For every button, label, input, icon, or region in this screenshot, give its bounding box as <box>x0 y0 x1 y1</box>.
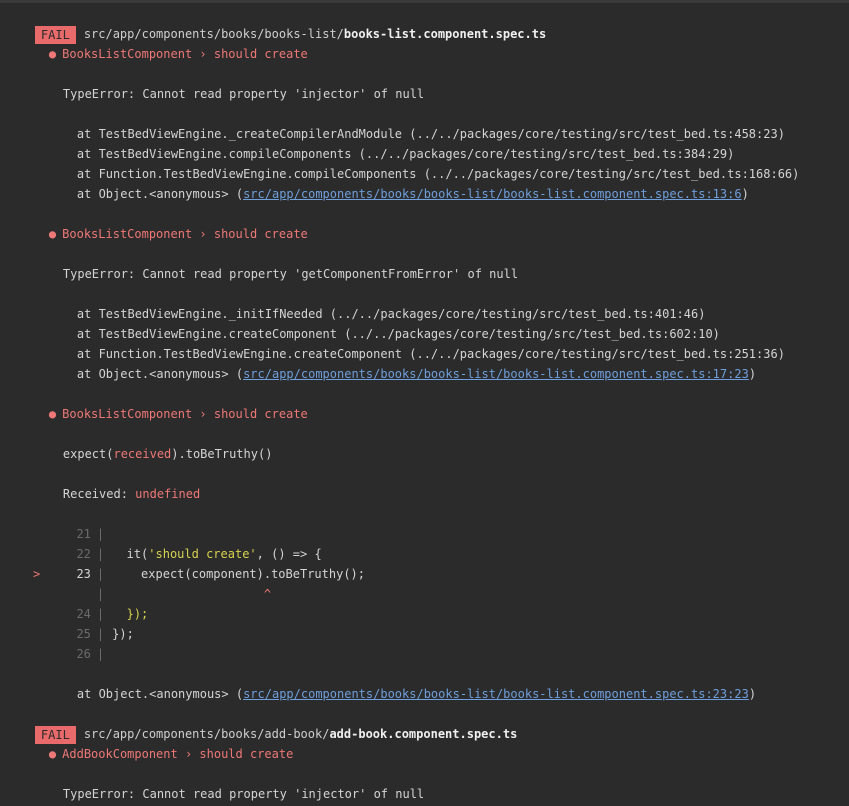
error-message: TypeError: Cannot read property 'getComp… <box>0 244 518 281</box>
expect-received: received <box>113 447 172 461</box>
stack-line-anonymous: at Object.<anonymous> (src/app/component… <box>0 164 749 201</box>
code-line: 21 | <box>0 504 112 541</box>
gutter-bar: | <box>96 647 105 661</box>
stack-text-suffix: ) <box>748 367 757 381</box>
failure-title-text: BooksListComponent › should create <box>62 227 308 241</box>
suite-file-name: books-list.component.spec.ts <box>343 27 547 41</box>
terminal-output: FAIL src/app/components/books/books-list/… <box>0 0 849 806</box>
failure-title: ● BooksListComponent › should create <box>0 204 308 241</box>
bullet-icon: ● <box>48 47 57 61</box>
error-message: TypeError: Cannot read property 'injecto… <box>0 64 424 101</box>
code-line-caret: | ^ <box>0 564 271 601</box>
source-link[interactable]: src/app/components/books/books-list/book… <box>243 187 742 201</box>
received-value: undefined <box>135 487 201 501</box>
caret-icon: ^ <box>263 587 272 601</box>
suite-header: FAIL src/app/components/books/books-list/… <box>0 4 546 44</box>
failure-title: ● BooksListComponent › should create <box>0 384 308 421</box>
failure-title: ● AddBookComponent › should create <box>0 724 293 761</box>
code-line-highlighted: >23 | expect(component).toBeTruthy(); <box>0 544 365 581</box>
code-text: }); <box>112 627 134 641</box>
error-text: TypeError: Cannot read property 'injecto… <box>62 87 425 101</box>
bullet-icon: ● <box>48 747 57 761</box>
stack-line: at Function.TestBedViewEngine.compileCom… <box>0 144 799 181</box>
stack-text-suffix: ) <box>741 187 749 201</box>
stack-line: at TestBedViewEngine.createComponent (..… <box>0 304 720 341</box>
stack-line: at Function.TestBedViewEngine.createComp… <box>0 324 785 361</box>
source-link[interactable]: src/app/components/books/books-list/book… <box>243 367 749 381</box>
suite-header: FAIL src/app/components/books/add-book/ad… <box>0 704 517 744</box>
code-line: 25 |}); <box>0 604 133 641</box>
stack-text-suffix: ) <box>748 687 757 701</box>
stack-line: at TestBedViewEngine.compileComponents (… <box>0 124 734 161</box>
line-number: 26 <box>76 647 91 661</box>
bullet-icon: ● <box>48 407 57 421</box>
expect-text: expect( <box>62 447 114 461</box>
stack-line: at TestBedViewEngine._initIfNeeded (../.… <box>0 284 706 321</box>
expect-line: expect(received).toBeTruthy() <box>0 424 273 461</box>
stack-line-anonymous: at Object.<anonymous> (src/app/component… <box>0 344 756 381</box>
source-link[interactable]: src/app/components/books/books-list/book… <box>243 687 749 701</box>
expect-text-end: ).toBeTruthy() <box>171 447 273 461</box>
error-text: TypeError: Cannot read property 'injecto… <box>62 787 425 801</box>
stack-text: at Object.<anonymous> ( <box>76 187 244 201</box>
stack-line: at TestBedViewEngine._createCompilerAndM… <box>0 104 785 141</box>
received-label: Received: <box>62 487 136 501</box>
failure-title-text: AddBookComponent › should create <box>62 747 294 761</box>
failure-title-text: BooksListComponent › should create <box>62 47 308 61</box>
bullet-icon: ● <box>48 227 57 241</box>
stack-text: at Object.<anonymous> ( <box>76 687 244 701</box>
received-line: Received: undefined <box>0 464 200 501</box>
suite-file-name: add-book.component.spec.ts <box>329 727 518 741</box>
failure-title-text: BooksListComponent › should create <box>62 407 308 421</box>
top-strip <box>0 0 849 3</box>
code-line: 24 | }); <box>0 584 148 621</box>
stack-text: at Object.<anonymous> ( <box>76 367 244 381</box>
code-line: 22 | it('should create', () => { <box>0 524 321 561</box>
failure-title: ● BooksListComponent › should create <box>0 24 308 61</box>
error-text: TypeError: Cannot read property 'getComp… <box>62 267 519 281</box>
code-line: 26 | <box>0 624 112 661</box>
error-message: TypeError: Cannot read property 'injecto… <box>0 764 424 801</box>
stack-line-anonymous: at Object.<anonymous> (src/app/component… <box>0 664 756 701</box>
